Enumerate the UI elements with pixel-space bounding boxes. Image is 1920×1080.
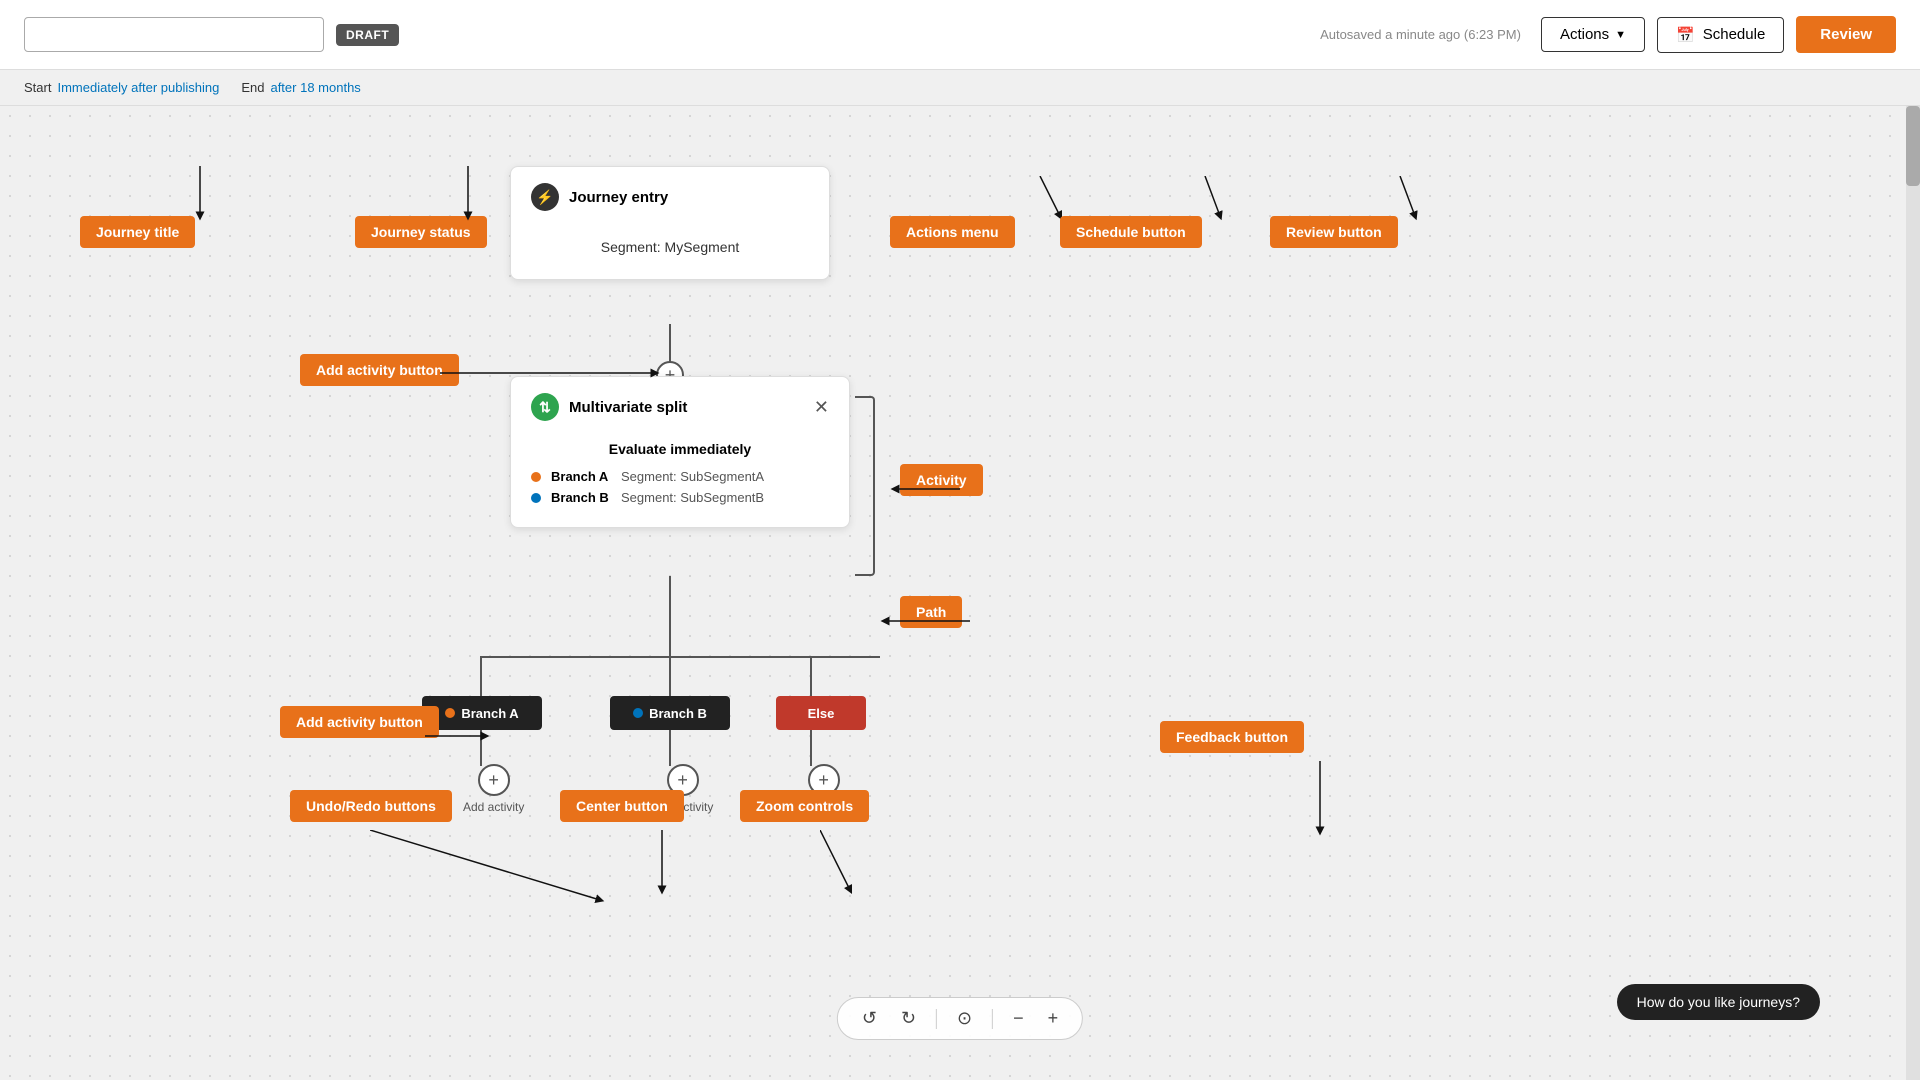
branch-b-dot-pill [633,708,643,718]
end-label: End [241,80,264,95]
add-activity-branch-b-label: Add activity [652,800,713,814]
branch-a-label: Branch A [551,469,611,484]
connector-v-branch-a [480,656,482,696]
branch-a-pill-label: Branch A [461,706,518,721]
actions-menu-button[interactable]: Actions ▼ [1541,17,1645,52]
branch-b-segment: Segment: SubSegmentB [621,490,764,505]
else-pill: Else [776,696,866,730]
feedback-button[interactable]: How do you like journeys? [1617,984,1820,1020]
branch-a-dot-pill [445,708,455,718]
connector-v-add-b [669,730,671,766]
annotation-add-activity-bottom: Add activity button [280,706,439,738]
undo-icon: ↺ [862,1008,877,1029]
start-label: Start [24,80,51,95]
branch-b-dot [531,493,541,503]
arrow-zoom-controls [820,830,900,900]
center-icon: ⊙ [957,1008,972,1029]
journey-entry-segment: Segment: MySegment [601,239,740,255]
center-button[interactable]: ⊙ [949,1004,980,1033]
connector-v-add-a [480,730,482,766]
toolbar-divider-2 [992,1009,993,1029]
split-card-title: Multivariate split [569,399,687,416]
else-label: Else [808,706,835,721]
redo-button[interactable]: ↻ [893,1004,924,1033]
journey-title-input[interactable]: The Incredible Journey [24,17,324,52]
connector-v-add-else [810,730,812,766]
redo-icon: ↻ [901,1008,916,1029]
branch-a-pill: Branch A [422,696,542,730]
bottom-toolbar: ↺ ↻ ⊙ − + [837,997,1083,1040]
schedule-button[interactable]: 📅 Schedule [1657,17,1784,53]
annotation-feedback-button: Feedback button [1160,721,1304,753]
calendar-icon: 📅 [1676,26,1695,44]
annotation-path: Path [900,596,962,628]
arrow-activity [890,474,960,504]
connector-v-split-bottom [669,576,671,656]
annotation-journey-title: Journey title [80,216,195,248]
zoom-out-button[interactable]: − [1005,1004,1032,1033]
arrow-undo-redo [370,830,670,910]
journey-entry-title: Journey entry [569,189,668,206]
schedule-label: Schedule [1703,26,1766,43]
add-activity-branch-b-group: + Add activity [652,764,713,814]
arrow-center-button [622,830,702,900]
branch-b-pill-label: Branch B [649,706,707,721]
bracket-connector [855,396,875,576]
arrow-schedule-button [1165,176,1245,226]
autosave-status: Autosaved a minute ago (6:23 PM) [1320,27,1521,42]
branch-b-label: Branch B [551,490,611,505]
review-label: Review [1820,26,1872,43]
annotation-undo-redo: Undo/Redo buttons [290,790,452,822]
arrow-path [880,606,970,636]
connector-line [669,324,671,364]
zoom-out-icon: − [1013,1008,1024,1029]
scrollbar-thumb[interactable] [1906,106,1920,186]
feedback-widget: How do you like journeys? [1617,984,1820,1020]
bolt-icon: ⚡ [531,183,559,211]
evaluate-text: Evaluate immediately [609,441,751,457]
toolbar-divider [936,1009,937,1029]
add-activity-branch-a-label: Add activity [463,800,524,814]
add-activity-branch-a-button[interactable]: + [478,764,510,796]
actions-label: Actions [1560,26,1609,43]
arrow-review-button [1360,176,1440,226]
add-activity-branch-a-group: + Add activity [463,764,524,814]
annotation-activity: Activity [900,464,983,496]
add-activity-branch-b-button[interactable]: + [667,764,699,796]
add-activity-else-label: Add activity [793,800,854,814]
journey-entry-card: ⚡ Journey entry Segment: MySegment [510,166,830,280]
close-split-card-button[interactable]: ✕ [814,397,829,418]
branch-b-pill: Branch B [610,696,730,730]
chevron-down-icon: ▼ [1615,29,1626,41]
review-button[interactable]: Review [1796,16,1896,53]
start-value[interactable]: Immediately after publishing [57,80,219,95]
multivariate-split-card: ⇅ Multivariate split ✕ Evaluate immediat… [510,376,850,528]
zoom-in-icon: + [1048,1008,1059,1029]
annotation-journey-status: Journey status [355,216,487,248]
undo-button[interactable]: ↺ [854,1004,885,1033]
connector-h-branches [480,656,880,658]
end-value[interactable]: after 18 months [270,80,360,95]
annotation-add-activity-top: Add activity button [300,354,459,386]
feedback-question: How do you like journeys? [1637,994,1800,1010]
scrollbar[interactable] [1906,106,1920,1080]
annotation-schedule-button: Schedule button [1060,216,1202,248]
add-activity-else-group: + Add activity [793,764,854,814]
arrow-actions-menu [1000,176,1080,226]
connector-v-else [810,656,812,696]
branch-a-dot [531,472,541,482]
draft-status-badge: DRAFT [336,24,399,46]
annotation-review-button: Review button [1270,216,1398,248]
split-icon: ⇅ [531,393,559,421]
annotation-actions-menu: Actions menu [890,216,1015,248]
branch-a-segment: Segment: SubSegmentA [621,469,764,484]
connector-v-branch-b [669,656,671,696]
arrow-feedback-button [1280,761,1360,841]
arrow-journey-title [190,166,210,226]
add-activity-else-button[interactable]: + [808,764,840,796]
zoom-in-button[interactable]: + [1040,1004,1067,1033]
arrow-journey-status [458,166,478,226]
